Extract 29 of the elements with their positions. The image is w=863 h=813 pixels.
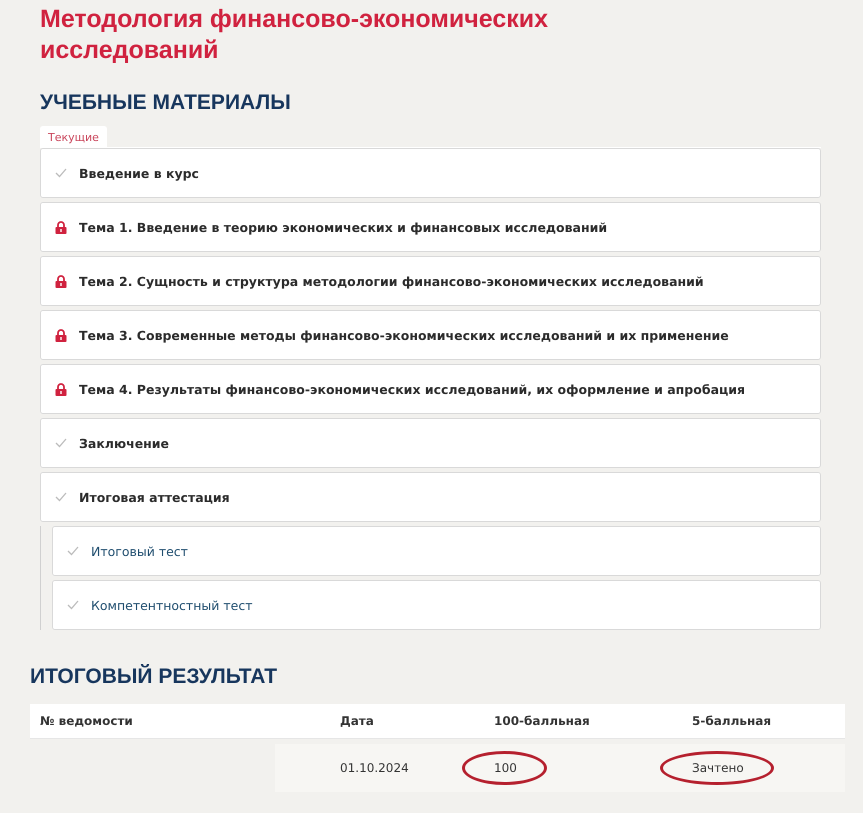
column-header: Дата (339, 714, 374, 728)
table-cell: Зачтено (682, 761, 744, 775)
material-item[interactable]: Тема 1. Введение в теорию экономических и финансовых исследований (40, 202, 821, 252)
column-header: 100-балльная (493, 714, 590, 728)
material-item[interactable]: Заключение (40, 418, 821, 468)
material-item[interactable]: Итоговая аттестация (40, 472, 821, 522)
lock-icon (55, 274, 67, 288)
check-icon (67, 600, 79, 610)
material-item[interactable]: Тема 2. Сущность и структура методологии финансово-экономических исследований (40, 256, 821, 306)
lock-icon (55, 328, 67, 342)
course-title: Методология финансово-экономических исследований (40, 4, 550, 66)
check-icon (67, 546, 79, 556)
material-item[interactable]: Компетентностный тест (52, 580, 821, 630)
material-item[interactable]: Тема 3. Современные методы финансово-экономических исследований и их применение (40, 310, 821, 360)
table-cell: 100 (484, 761, 517, 775)
check-icon (55, 492, 67, 502)
check-icon (55, 438, 67, 448)
lock-icon (55, 220, 67, 234)
material-item[interactable]: Тема 4. Результаты финансово-экономических исследований, их оформление и апробация (40, 364, 821, 414)
check-icon (55, 168, 67, 178)
section-heading: ИТОГОВЫЙ РЕЗУЛЬТАТ (30, 664, 278, 690)
column-header: № ведомости (39, 714, 133, 728)
section-heading: УЧЕБНЫЕ МАТЕРИАЛЫ (40, 90, 292, 116)
lock-icon (55, 382, 67, 396)
tab[interactable]: Текущие (40, 126, 107, 147)
material-item[interactable]: Введение в курс (40, 148, 821, 198)
table-cell-text: 01.10.2024 (339, 761, 409, 775)
material-item[interactable]: Итоговый тест (52, 526, 821, 576)
column-header: 5-балльная (691, 714, 772, 728)
